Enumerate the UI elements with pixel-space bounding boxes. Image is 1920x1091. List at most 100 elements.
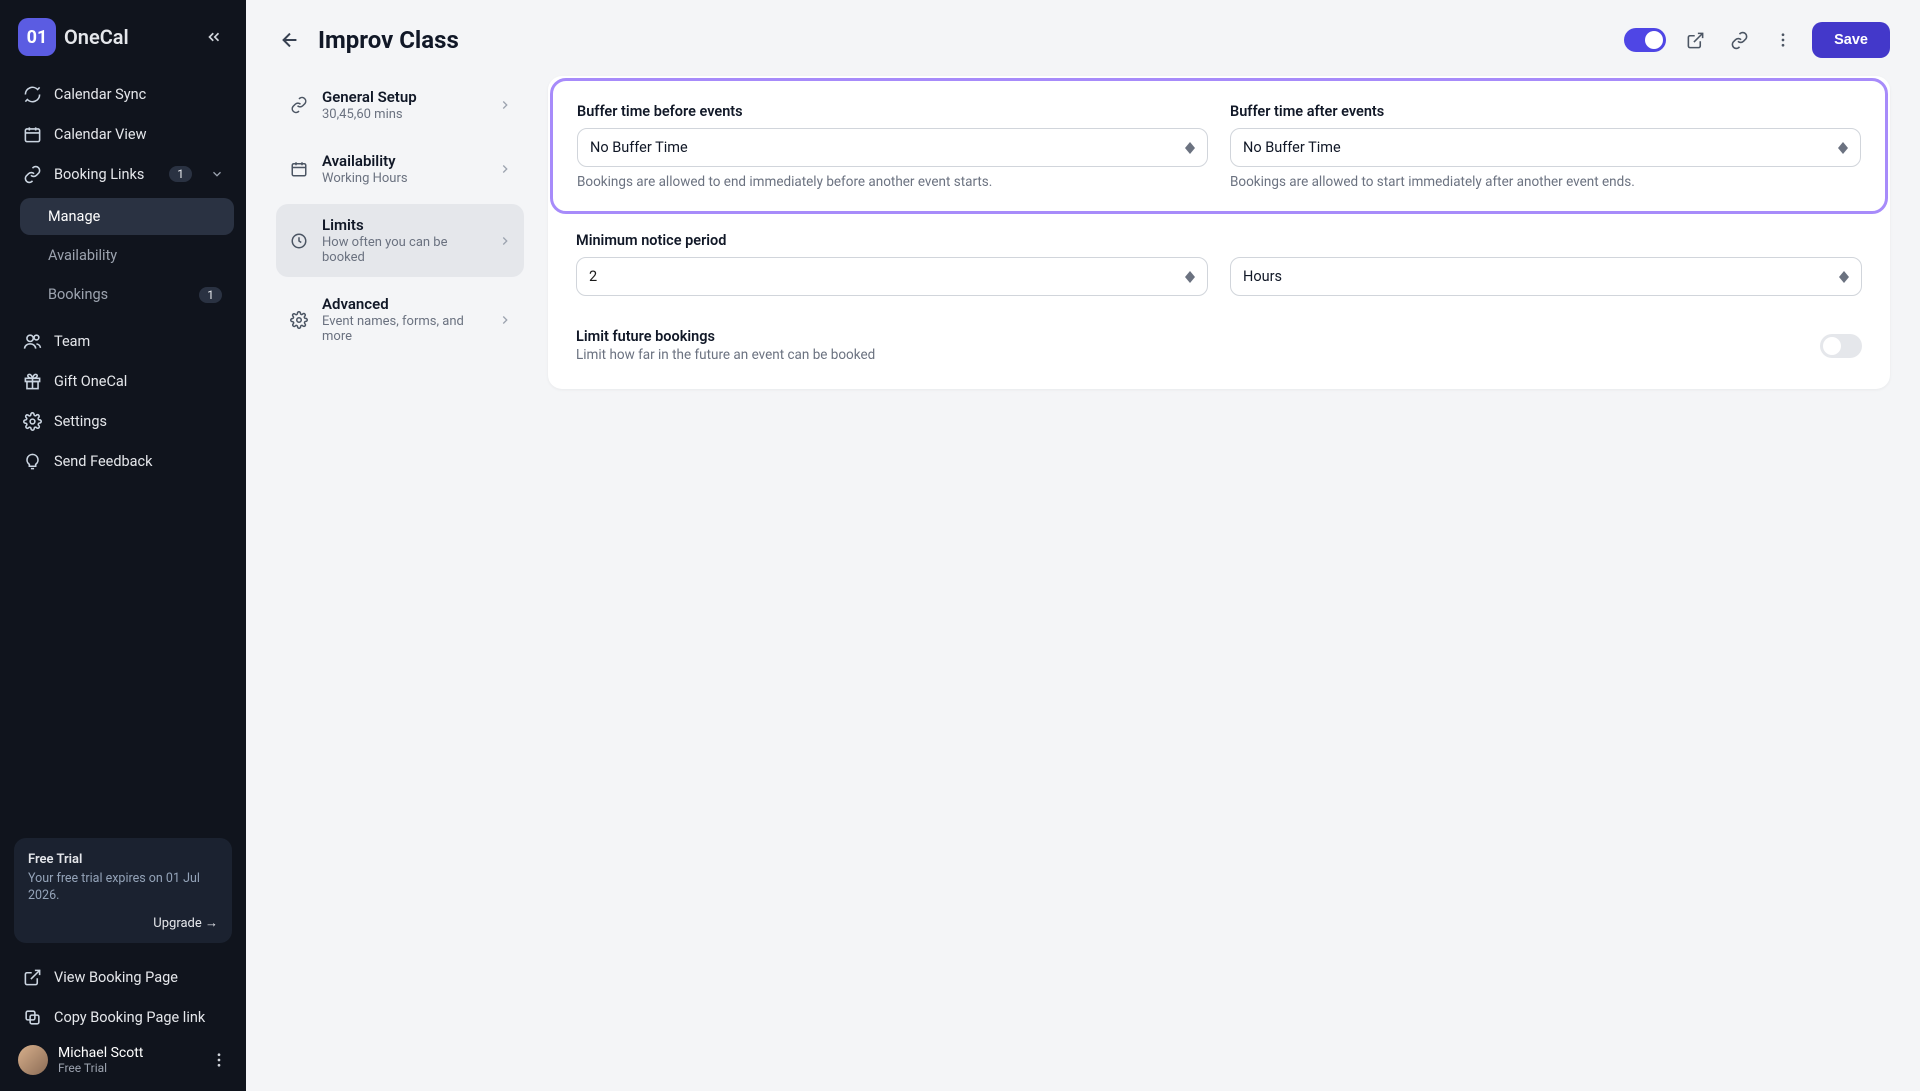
nav-copy-booking-link[interactable]: Copy Booking Page link [12, 997, 234, 1037]
tab-title: Advanced [322, 295, 486, 313]
tab-texts: Availability Working Hours [322, 152, 486, 186]
subnav-availability[interactable]: Availability [20, 237, 234, 274]
tab-availability[interactable]: Availability Working Hours [276, 140, 524, 198]
open-external-button[interactable] [1680, 25, 1710, 55]
field-helper: Bookings are allowed to end immediately … [577, 173, 1208, 191]
chevron-right-icon [498, 162, 512, 176]
nav-label: Send Feedback [54, 453, 152, 470]
limit-future-toggle[interactable] [1820, 334, 1862, 358]
tab-subtitle: Working Hours [322, 171, 486, 186]
link-icon [22, 164, 42, 184]
nav-label: Team [54, 333, 90, 350]
select-stepper-icon [1838, 142, 1848, 154]
limit-future-title: Limit future bookings [576, 328, 875, 345]
nav-label: Copy Booking Page link [54, 1009, 205, 1026]
lightbulb-icon [22, 451, 42, 471]
save-button[interactable]: Save [1812, 22, 1890, 58]
field-label: Minimum notice period [576, 232, 1862, 249]
more-menu-button[interactable] [1768, 25, 1798, 55]
chevron-right-icon [498, 234, 512, 248]
tab-limits[interactable]: Limits How often you can be booked [276, 204, 524, 277]
nav-label: Calendar Sync [54, 86, 146, 103]
logo[interactable]: 01 OneCal [18, 18, 129, 56]
buffer-before-select[interactable]: No Buffer Time [577, 128, 1208, 167]
nav-calendar-sync[interactable]: Calendar Sync [12, 74, 234, 114]
header-actions: Save [1624, 22, 1890, 58]
user-info: Michael Scott Free Trial [58, 1045, 143, 1075]
nav-label: Gift OneCal [54, 373, 127, 390]
calendar-icon [288, 158, 310, 180]
buffer-after-select[interactable]: No Buffer Time [1230, 128, 1861, 167]
trial-card: Free Trial Your free trial expires on 01… [14, 838, 232, 943]
link-icon [1730, 31, 1749, 50]
nav-view-booking-page[interactable]: View Booking Page [12, 957, 234, 997]
field-helper: Bookings are allowed to start immediatel… [1230, 173, 1861, 191]
copy-link-button[interactable] [1724, 25, 1754, 55]
limit-future-row: Limit future bookings Limit how far in t… [552, 314, 1886, 385]
clock-icon [288, 230, 310, 252]
buffer-before-field: Buffer time before events No Buffer Time… [577, 103, 1208, 191]
tab-advanced[interactable]: Advanced Event names, forms, and more [276, 283, 524, 356]
user-plan: Free Trial [58, 1061, 143, 1075]
number-stepper-icon [1185, 271, 1195, 283]
user-name: Michael Scott [58, 1045, 143, 1061]
gear-icon [288, 309, 310, 331]
tab-subtitle: Event names, forms, and more [322, 314, 486, 344]
logo-mark: 01 [18, 18, 56, 56]
min-notice-unit-select[interactable]: Hours [1230, 257, 1862, 296]
tab-texts: Limits How often you can be booked [322, 216, 486, 265]
nav-settings[interactable]: Settings [12, 401, 234, 441]
select-stepper-icon [1185, 142, 1195, 154]
tab-texts: General Setup 30,45,60 mins [322, 88, 486, 122]
nav-label: Bookings [48, 286, 108, 303]
nav-label: Calendar View [54, 126, 146, 143]
gift-icon [22, 371, 42, 391]
nav-booking-links[interactable]: Booking Links 1 [12, 154, 234, 194]
page-title: Improv Class [318, 26, 459, 54]
link-icon [288, 94, 310, 116]
nav-feedback[interactable]: Send Feedback [12, 441, 234, 481]
select-value: No Buffer Time [590, 139, 688, 156]
active-toggle[interactable] [1624, 28, 1666, 52]
badge: 1 [199, 287, 222, 303]
content: General Setup 30,45,60 mins Availability… [246, 72, 1920, 419]
avatar [18, 1045, 48, 1075]
limits-panel: Buffer time before events No Buffer Time… [548, 76, 1890, 389]
tab-general-setup[interactable]: General Setup 30,45,60 mins [276, 76, 524, 134]
users-icon [22, 331, 42, 351]
arrow-left-icon [279, 29, 301, 51]
tab-texts: Advanced Event names, forms, and more [322, 295, 486, 344]
subnav-manage[interactable]: Manage [20, 198, 234, 235]
user-menu-button[interactable] [210, 1051, 228, 1069]
badge: 1 [169, 166, 192, 182]
subnav-bookings[interactable]: Bookings 1 [20, 276, 234, 313]
tab-title: Limits [322, 216, 486, 234]
nav-label: Settings [54, 413, 107, 430]
field-label: Buffer time after events [1230, 103, 1861, 120]
nav-team[interactable]: Team [12, 321, 234, 361]
select-value: Hours [1243, 268, 1282, 285]
collapse-sidebar-button[interactable] [200, 23, 228, 51]
back-button[interactable] [276, 26, 304, 54]
external-link-icon [1686, 31, 1705, 50]
buffer-highlight: Buffer time before events No Buffer Time… [550, 78, 1888, 214]
nav-label: View Booking Page [54, 969, 178, 986]
header: Improv Class Save [246, 0, 1920, 72]
min-notice-section: Minimum notice period 2 Hours [552, 214, 1886, 314]
tab-subtitle: 30,45,60 mins [322, 107, 486, 122]
user-row[interactable]: Michael Scott Free Trial [12, 1037, 234, 1079]
tab-title: Availability [322, 152, 486, 170]
nav-calendar-view[interactable]: Calendar View [12, 114, 234, 154]
trial-title: Free Trial [28, 852, 218, 867]
min-notice-value-input[interactable]: 2 [576, 257, 1208, 296]
nav-gift[interactable]: Gift OneCal [12, 361, 234, 401]
select-stepper-icon [1839, 271, 1849, 283]
buffer-after-field: Buffer time after events No Buffer Time … [1230, 103, 1861, 191]
limit-future-subtitle: Limit how far in the future an event can… [576, 347, 875, 363]
limit-future-texts: Limit future bookings Limit how far in t… [576, 328, 875, 363]
main: Improv Class Save [246, 0, 1920, 1091]
sync-icon [22, 84, 42, 104]
nav-label: Booking Links [54, 166, 144, 183]
trial-body: Your free trial expires on 01 Jul 2026. [28, 871, 218, 905]
upgrade-link[interactable]: Upgrade → [28, 915, 218, 931]
